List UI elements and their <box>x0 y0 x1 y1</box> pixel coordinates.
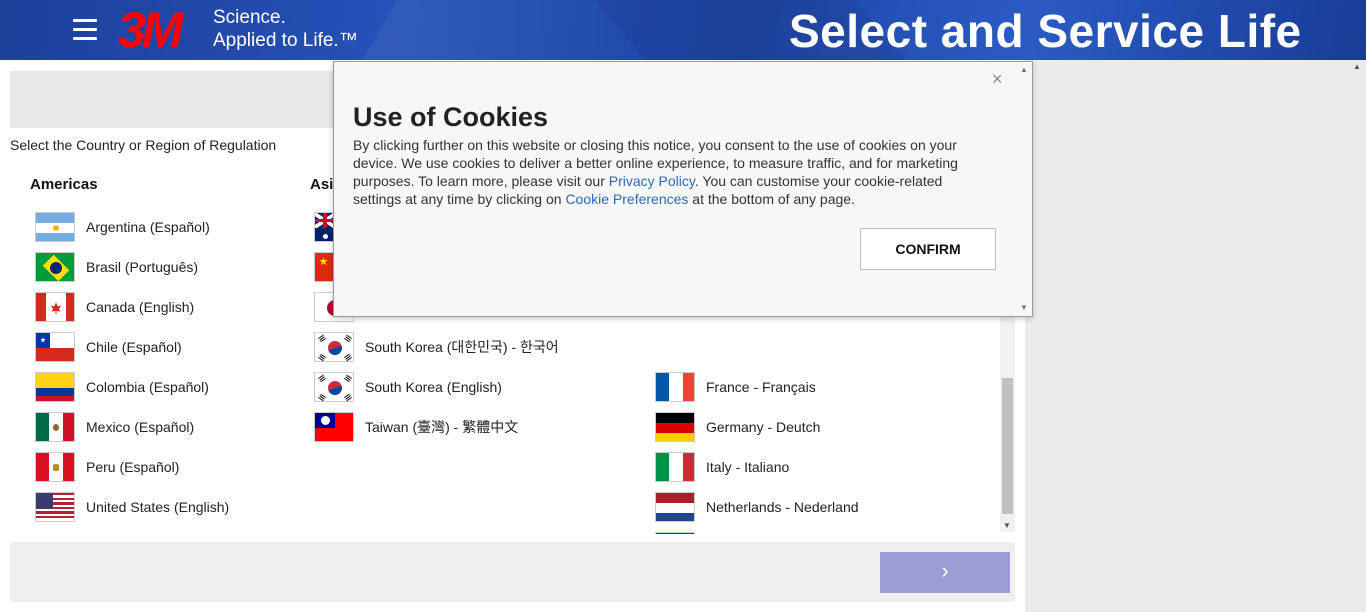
privacy-policy-link[interactable]: Privacy Policy <box>609 173 695 189</box>
hamburger-menu-icon[interactable] <box>73 19 97 41</box>
column-title-asia: Asi <box>310 176 334 193</box>
taiwan-flag-icon <box>314 412 354 442</box>
page-scrollbar[interactable]: ▲ <box>1349 60 1366 612</box>
country-label: Taiwan (臺灣) - 繁體中文 <box>365 419 519 435</box>
canada-flag-icon <box>35 292 75 322</box>
korea-flag-icon <box>314 332 354 362</box>
country-option[interactable]: Mexico (Español) <box>35 411 194 443</box>
peru-flag-icon <box>35 452 75 482</box>
right-pane <box>1025 60 1366 612</box>
brand-tagline: Science. Applied to Life.™ <box>213 7 358 51</box>
cookie-preferences-link[interactable]: Cookie Preferences <box>565 191 688 207</box>
country-label: France - Français <box>706 379 816 395</box>
country-label: Peru (Español) <box>86 459 180 475</box>
country-option[interactable]: Netherlands - Nederland <box>655 491 859 523</box>
modal-body: By clicking further on this website or c… <box>353 137 958 207</box>
country-label: Colombia (Español) <box>86 379 209 395</box>
country-option[interactable]: Germany - Deutch <box>655 411 820 443</box>
app-header: 3M Science. Applied to Life.™ Select and… <box>0 0 1366 60</box>
country-option[interactable]: United States (English) <box>35 491 229 523</box>
country-label: Chile (Español) <box>86 339 182 355</box>
country-option[interactable]: Peru (Español) <box>35 451 179 483</box>
country-option[interactable]: Spain (España) - Español <box>655 531 866 534</box>
country-label: Netherlands - Nederland <box>706 499 859 515</box>
netherlands-flag-icon <box>655 492 695 522</box>
country-label: Brasil (Português) <box>86 259 199 275</box>
region-prompt: Select the Country or Region of Regulati… <box>10 137 277 153</box>
country-label: Mexico (Español) <box>86 419 195 435</box>
usa-flag-icon <box>35 492 75 522</box>
country-option[interactable]: Canada (English) <box>35 291 194 323</box>
country-option[interactable]: Colombia (Español) <box>35 371 209 403</box>
country-option[interactable]: South Korea (English) <box>314 371 502 403</box>
country-label: Germany - Deutch <box>706 419 821 435</box>
country-option[interactable]: Chile (Español) <box>35 331 182 363</box>
country-option[interactable]: Italy - Italiano <box>655 451 789 483</box>
modal-scroll-up-icon[interactable]: ▲ <box>1020 65 1028 74</box>
germany-flag-icon <box>655 412 695 442</box>
country-option[interactable]: South Korea (대한민국) - 한국어 <box>314 331 559 363</box>
cookie-modal: ▲ × Use of Cookies By clicking further o… <box>333 61 1033 317</box>
france-flag-icon <box>655 372 695 402</box>
brazil-flag-icon <box>35 252 75 282</box>
country-label: South Korea (대한민국) - 한국어 <box>365 339 559 355</box>
confirm-button[interactable]: CONFIRM <box>860 228 996 270</box>
country-option[interactable]: France - Français <box>655 371 816 403</box>
korea-flag-icon <box>314 372 354 402</box>
country-option[interactable]: Argentina (Español) <box>35 211 210 243</box>
country-label: South Korea (English) <box>365 379 502 395</box>
colombia-flag-icon <box>35 372 75 402</box>
argentina-flag-icon <box>35 212 75 242</box>
italy-flag-icon <box>655 452 695 482</box>
modal-title: Use of Cookies <box>353 102 549 132</box>
chile-flag-icon <box>35 332 75 362</box>
next-button[interactable]: › <box>880 552 1010 593</box>
spain-flag-icon <box>655 532 695 534</box>
brand-logo: 3M <box>118 2 183 58</box>
column-title-americas: Americas <box>30 176 98 193</box>
app-title: Select and Service Life <box>789 5 1302 57</box>
chevron-right-icon: › <box>941 558 949 583</box>
country-option[interactable]: Brasil (Português) <box>35 251 198 283</box>
country-option[interactable]: Taiwan (臺灣) - 繁體中文 <box>314 411 518 443</box>
country-label: United States (English) <box>86 499 230 515</box>
footer-bar: › <box>10 542 1015 602</box>
close-icon[interactable]: × <box>992 69 1003 90</box>
country-label: Canada (English) <box>86 299 195 315</box>
modal-scroll-down-icon[interactable]: ▼ <box>1020 303 1028 312</box>
mexico-flag-icon <box>35 412 75 442</box>
scrollbar-thumb[interactable] <box>1002 378 1013 514</box>
country-label: Argentina (Español) <box>86 219 210 235</box>
country-label: Italy - Italiano <box>706 459 790 475</box>
